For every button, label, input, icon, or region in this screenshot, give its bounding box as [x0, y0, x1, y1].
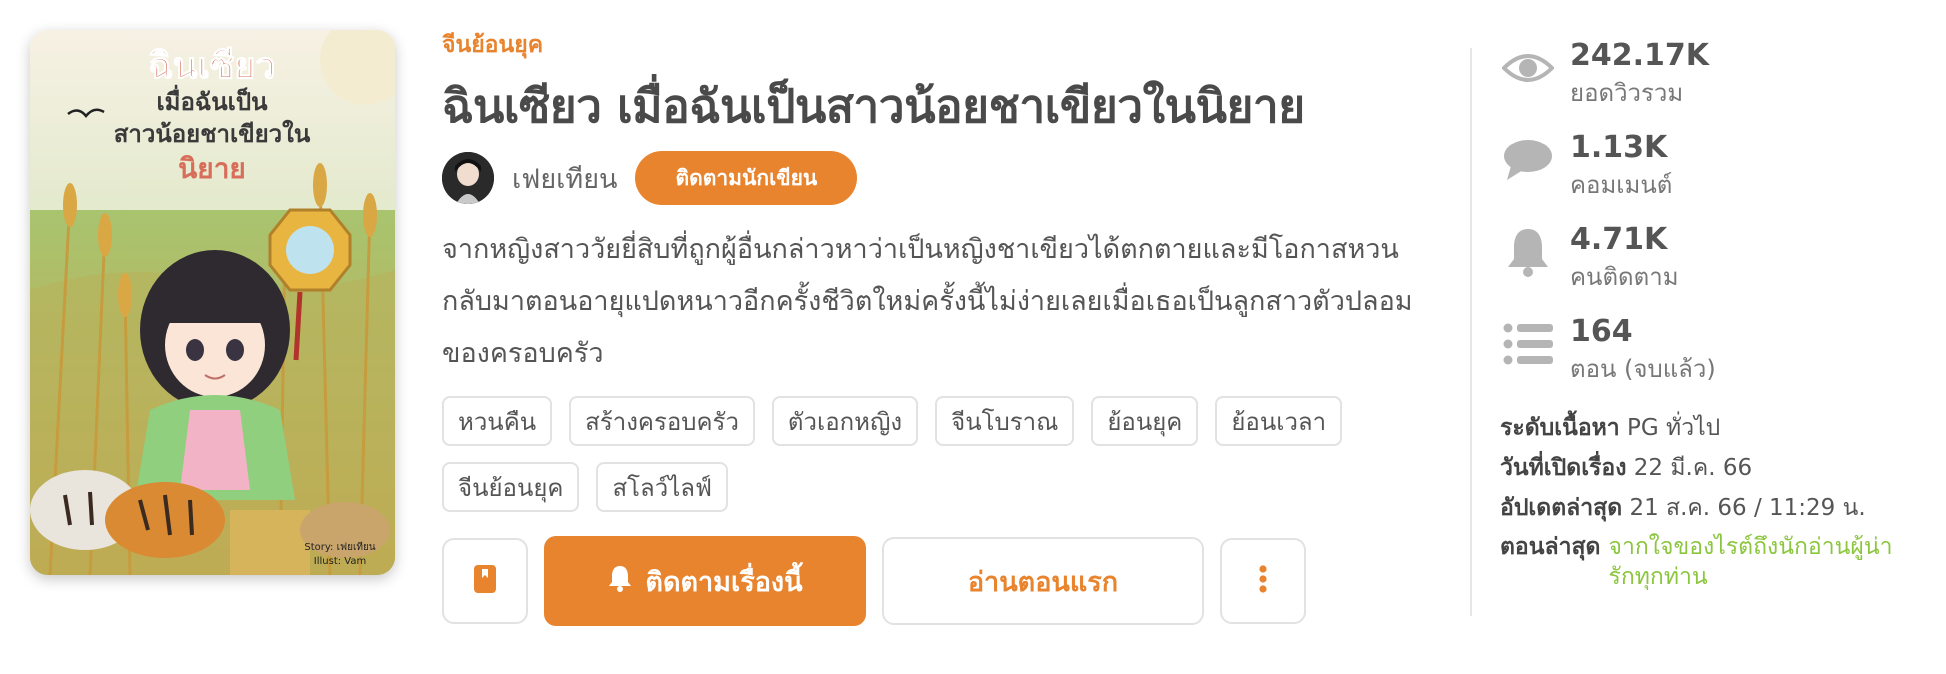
synopsis: จากหญิงสาววัยยี่สิบที่ถูกผู้อื่นกล่าวหาว… [442, 234, 1413, 369]
tag-chip[interactable]: หวนคืน [442, 396, 553, 446]
action-bar: ติดตามเรื่องนี้ อ่านตอนแรก [442, 536, 1432, 626]
updated-row: อัปเดตล่าสุด 21 ส.ค. 66 / 11:29 น. [1500, 488, 1940, 528]
column-divider [1470, 48, 1472, 616]
latest-label: ตอนล่าสุด [1500, 534, 1601, 560]
author-row: เฟยเทียน ติดตามนักเขียน [442, 150, 1432, 206]
opened-value: 22 มี.ค. 66 [1633, 455, 1753, 481]
stats-panel: 242.17K ยอดวิวรวม 1.13K คอมเมนต์ 4.71K ค… [1500, 36, 1940, 404]
updated-value: 21 ส.ค. 66 / 11:29 น. [1629, 495, 1866, 521]
cover-credit-line1: Story: เฟยเทียน [304, 541, 375, 553]
genre-link[interactable]: จีนย้อนยุค [442, 30, 1432, 60]
stat-followers: 4.71K คนติดตาม [1500, 220, 1940, 312]
author-avatar[interactable] [442, 152, 494, 204]
follow-author-button[interactable]: ติดตามนักเขียน [635, 151, 858, 205]
tag-chip[interactable]: จีนโบราณ [935, 396, 1075, 446]
latest-episode-row: ตอนล่าสุด จากใจของไรต์ถึงนักอ่านผู้น่ารั… [1500, 532, 1940, 592]
novel-detail-page: ฉินเซียว เมื่อฉันเป็น สาวน้อยชาเขียวใน น… [0, 0, 1946, 674]
meta-info: ระดับเนื้อหา PG ทั่วไป วันที่เปิดเรื่อง … [1500, 408, 1940, 592]
more-options-button[interactable] [1220, 538, 1306, 624]
tag-chip[interactable]: จีนย้อนยุค [442, 462, 580, 512]
rating-value: PG ทั่วไป [1627, 415, 1721, 441]
follow-story-label: ติดตามเรื่องนี้ [645, 566, 803, 598]
opened-row: วันที่เปิดเรื่อง 22 มี.ค. 66 [1500, 448, 1940, 488]
rating-row: ระดับเนื้อหา PG ทั่วไป [1500, 408, 1940, 448]
cover-title-line1: ฉินเซียว [148, 46, 275, 87]
cover-title-line3: สาวน้อยชาเขียวใน [114, 119, 311, 148]
followers-label: คนติดตาม [1570, 263, 1679, 291]
bookmark-button[interactable] [442, 538, 528, 624]
stat-episodes: 164 ตอน (จบแล้ว) [1500, 312, 1940, 404]
bell-icon [1500, 224, 1556, 280]
page-title: ฉินเซียว เมื่อฉันเป็นสาวน้อยชาเขียวในนิย… [442, 79, 1305, 133]
more-vertical-icon [1258, 564, 1268, 598]
comments-value: 1.13K [1570, 130, 1668, 165]
follow-story-button[interactable]: ติดตามเรื่องนี้ [544, 536, 866, 626]
views-label: ยอดวิวรวม [1570, 79, 1684, 107]
cover-credit-line2: Illust: Vam [314, 556, 366, 567]
read-first-button[interactable]: อ่านตอนแรก [882, 537, 1204, 625]
comments-label: คอมเมนต์ [1570, 171, 1673, 199]
cover-title-line4: นิยาย [178, 152, 246, 185]
bell-icon [607, 564, 633, 599]
rating-label: ระดับเนื้อหา [1500, 415, 1620, 441]
main-info: จีนย้อนยุค ฉินเซียว เมื่อฉันเป็นสาวน้อยช… [442, 28, 1432, 626]
views-value: 242.17K [1570, 38, 1710, 73]
tag-list: หวนคืน สร้างครอบครัว ตัวเอกหญิง จีนโบราณ ย้อ… [442, 396, 1362, 512]
list-icon [1500, 316, 1556, 372]
latest-episode-link[interactable]: จากใจของไรต์ถึงนักอ่านผู้น่ารักทุกท่าน [1608, 532, 1908, 592]
stat-views: 242.17K ยอดวิวรวม [1500, 36, 1940, 128]
eye-icon [1500, 40, 1556, 96]
updated-label: อัปเดตล่าสุด [1500, 495, 1623, 521]
tag-chip[interactable]: ตัวเอกหญิง [771, 396, 919, 446]
cover-title-line2: เมื่อฉันเป็น [156, 84, 268, 116]
tag-chip[interactable]: ย้อนยุค [1091, 396, 1199, 446]
tag-chip[interactable]: ย้อนเวลา [1215, 396, 1343, 446]
tag-chip[interactable]: สโลว์ไลฟ์ [596, 462, 728, 512]
bookmark-icon [473, 564, 497, 598]
cover-image[interactable]: ฉินเซียว เมื่อฉันเป็น สาวน้อยชาเขียวใน น… [30, 30, 395, 575]
stat-comments: 1.13K คอมเมนต์ [1500, 128, 1940, 220]
episodes-label: ตอน (จบแล้ว) [1570, 355, 1716, 383]
author-name[interactable]: เฟยเทียน [512, 157, 617, 200]
tag-chip[interactable]: สร้างครอบครัว [569, 396, 755, 446]
opened-label: วันที่เปิดเรื่อง [1500, 455, 1627, 481]
followers-value: 4.71K [1570, 222, 1668, 257]
comment-icon [1500, 132, 1556, 188]
episodes-value: 164 [1570, 314, 1633, 349]
